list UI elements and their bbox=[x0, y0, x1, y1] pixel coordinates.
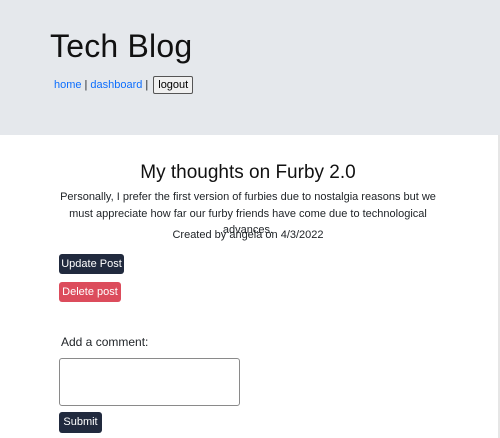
post-title: My thoughts on Furby 2.0 bbox=[140, 162, 356, 183]
nav-separator: | bbox=[145, 79, 149, 91]
submit-comment-button[interactable]: Submit bbox=[59, 412, 102, 433]
delete-post-button[interactable]: Delete post bbox=[59, 282, 121, 302]
logout-button[interactable]: logout bbox=[153, 76, 194, 94]
nav-home-link[interactable]: home bbox=[54, 79, 82, 91]
update-post-button[interactable]: Update Post bbox=[59, 254, 124, 274]
comment-input[interactable] bbox=[59, 358, 240, 406]
nav-separator: | bbox=[84, 79, 88, 91]
site-header: Tech Blog home | dashboard | logout bbox=[0, 0, 500, 135]
comment-label: Add a comment: bbox=[61, 335, 149, 349]
main-nav: home | dashboard | logout bbox=[54, 76, 194, 94]
nav-dashboard-link[interactable]: dashboard bbox=[90, 79, 142, 91]
post-meta: Created by angela on 4/3/2022 bbox=[172, 229, 324, 241]
site-title: Tech Blog bbox=[50, 28, 193, 64]
